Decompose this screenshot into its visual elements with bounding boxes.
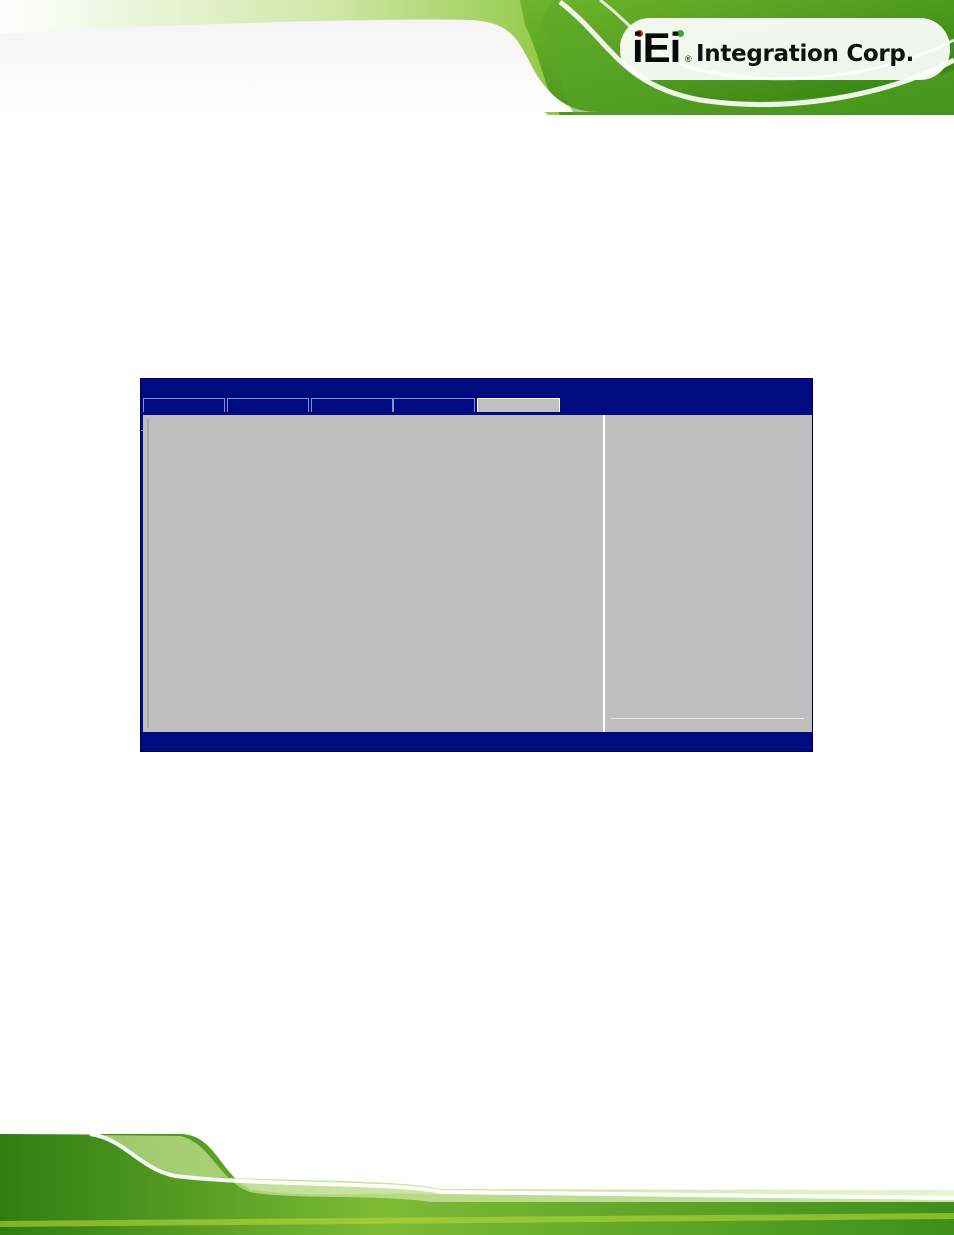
footer-banner: [0, 1134, 954, 1235]
bios-tab-3[interactable]: [311, 398, 393, 412]
bios-tab-5-active[interactable]: [477, 398, 560, 412]
bios-status-bar: [141, 732, 812, 751]
bios-tab-1[interactable]: [143, 398, 225, 412]
logo-registered: ®: [685, 54, 692, 64]
bios-tab-4[interactable]: [393, 398, 475, 412]
bios-settings-panel: [143, 415, 603, 732]
logo-mark: iEi: [632, 24, 681, 71]
bios-tab-row: [141, 397, 812, 431]
bios-tab-2[interactable]: [227, 398, 309, 412]
footer-swoosh-graphic: [0, 1134, 954, 1235]
company-logo: iEi ® Integration Corp.: [632, 26, 932, 74]
bios-help-panel: [605, 415, 812, 732]
logo-text: Integration Corp.: [696, 41, 915, 67]
bios-title-bar: [141, 379, 812, 397]
bios-screen: [140, 378, 813, 752]
panel-inner-edge: [147, 419, 149, 728]
help-separator: [611, 718, 804, 719]
